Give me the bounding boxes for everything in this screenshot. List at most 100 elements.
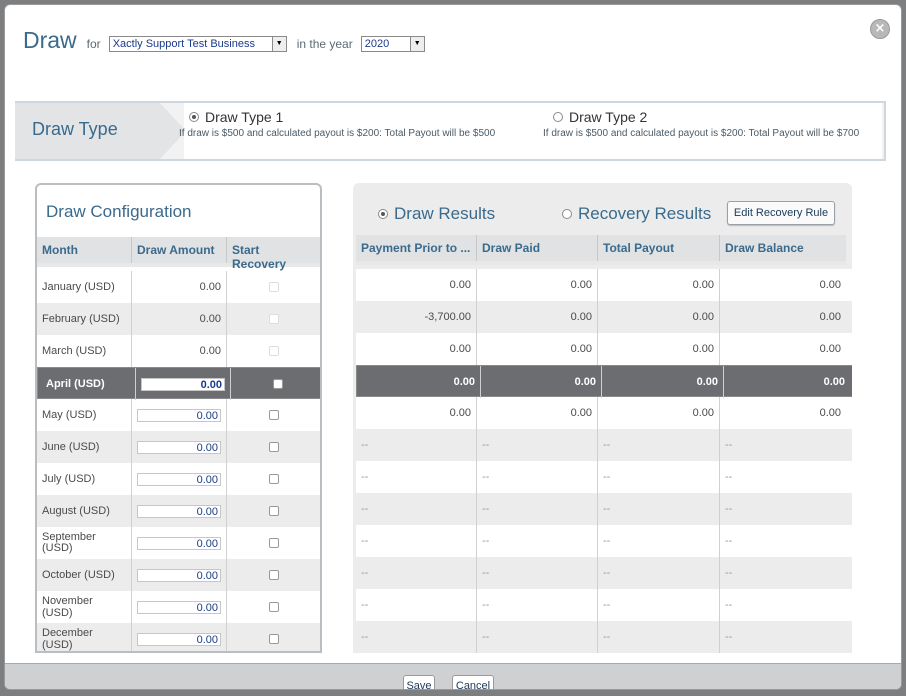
start-recovery-checkbox[interactable] — [268, 474, 279, 484]
month-cell: March (USD) — [37, 335, 132, 367]
start-recovery-cell — [227, 591, 320, 623]
table-row[interactable]: -- -- -- -- — [356, 557, 852, 589]
draw-type-1-option[interactable]: Draw Type 1 If draw is $500 and calculat… — [179, 109, 495, 139]
table-row[interactable]: June (USD) 0.00 — [37, 431, 320, 463]
draw-results-radio[interactable] — [378, 209, 388, 219]
start-recovery-checkbox[interactable] — [272, 379, 283, 389]
draw-amount-input[interactable]: 0.00 — [137, 632, 221, 646]
month-cell: November (USD) — [37, 591, 132, 623]
draw-amount-input[interactable]: 0.00 — [137, 568, 221, 582]
start-recovery-checkbox[interactable] — [268, 506, 279, 516]
result-cell: 0.00 — [819, 279, 841, 291]
draw-amount-cell: 0.00 — [132, 271, 227, 303]
draw-amount-input[interactable]: 0.00 — [137, 472, 221, 486]
table-row[interactable]: February (USD) 0.00 — [37, 303, 320, 335]
draw-type-1-desc: If draw is $500 and calculated payout is… — [179, 128, 496, 139]
table-row[interactable]: -- -- -- -- — [356, 429, 852, 461]
recovery-results-radio[interactable] — [562, 209, 572, 219]
result-cell: -- — [477, 525, 598, 557]
draw-amount-input[interactable]: 0.00 — [137, 600, 221, 614]
draw-type-1-radio[interactable] — [189, 112, 199, 122]
save-button[interactable]: Save — [403, 675, 435, 689]
draw-amount-input[interactable]: 0.00 — [141, 377, 225, 391]
table-row[interactable]: April (USD) 0.00 — [37, 367, 320, 400]
chevron-down-icon: ▼ — [409, 37, 424, 51]
table-row[interactable]: October (USD) 0.00 — [37, 559, 320, 591]
tab-recovery-results[interactable]: Recovery Results — [562, 204, 711, 224]
table-row[interactable]: -3,700.00 0.00 0.00 0.00 — [356, 301, 852, 333]
table-row[interactable]: March (USD) 0.00 — [37, 335, 320, 367]
table-row[interactable]: 0.00 0.00 0.00 0.00 — [356, 269, 852, 301]
result-cell: 0.00 — [477, 333, 598, 365]
result-cell: -- — [598, 493, 720, 525]
table-row[interactable]: September (USD) 0.00 — [37, 527, 320, 559]
draw-amount-cell: 0.00 — [132, 431, 227, 463]
table-row[interactable]: 0.00 0.00 0.00 0.00 — [356, 397, 852, 429]
result-cell: -- — [477, 621, 598, 653]
table-row[interactable]: -- -- -- -- — [356, 589, 852, 621]
table-row[interactable]: 0.00 0.00 0.00 0.00 — [356, 365, 852, 398]
start-recovery-checkbox[interactable] — [268, 602, 279, 612]
table-row[interactable]: November (USD) 0.00 — [37, 591, 320, 623]
start-recovery-cell — [231, 368, 320, 400]
result-cell: -- — [725, 599, 733, 611]
result-cell: -- — [725, 503, 733, 515]
draw-amount-cell: 0.00 — [132, 463, 227, 495]
result-cell: -- — [725, 567, 733, 579]
result-cell: -- — [725, 471, 733, 483]
cancel-button[interactable]: Cancel — [452, 675, 494, 689]
business-select[interactable]: Xactly Support Test Business ▼ — [108, 36, 287, 52]
result-cell: -- — [356, 493, 477, 525]
result-cell: 0.00 — [819, 343, 841, 355]
edit-recovery-rule-button[interactable]: Edit Recovery Rule — [727, 201, 835, 225]
table-row[interactable]: -- -- -- -- — [356, 525, 852, 557]
start-recovery-cell — [227, 335, 320, 367]
col-start-recovery: Start Recovery — [232, 243, 287, 271]
start-recovery-checkbox[interactable] — [268, 442, 279, 452]
draw-amount-cell: 0.00 — [132, 591, 227, 623]
result-cell: -- — [598, 461, 720, 493]
result-cell: -- — [598, 621, 720, 653]
page-title: Draw — [23, 26, 77, 53]
start-recovery-checkbox[interactable] — [268, 538, 279, 548]
table-row[interactable]: -- -- -- -- — [356, 461, 852, 493]
table-row[interactable]: August (USD) 0.00 — [37, 495, 320, 527]
start-recovery-checkbox — [268, 314, 279, 324]
draw-amount-input[interactable]: 0.00 — [137, 504, 221, 518]
table-row[interactable]: December (USD) 0.00 — [37, 623, 320, 651]
draw-amount-input[interactable]: 0.00 — [137, 408, 221, 422]
table-row[interactable]: -- -- -- -- — [356, 621, 852, 653]
result-cell: -- — [598, 589, 720, 621]
draw-amount-cell: 0.00 — [132, 399, 227, 431]
draw-type-2-option[interactable]: Draw Type 2 If draw is $500 and calculat… — [543, 109, 859, 139]
table-row[interactable]: -- -- -- -- — [356, 493, 852, 525]
draw-type-bar: Draw Type Draw Type 1 If draw is $500 an… — [15, 101, 886, 161]
result-cell: 0.00 — [477, 269, 598, 301]
table-row[interactable]: July (USD) 0.00 — [37, 463, 320, 495]
footer: Save Cancel — [5, 663, 901, 689]
result-cell: 0.00 — [598, 269, 720, 301]
business-value: Xactly Support Test Business — [112, 38, 255, 50]
table-row[interactable]: 0.00 0.00 0.00 0.00 — [356, 333, 852, 365]
draw-amount-input[interactable]: 0.00 — [137, 440, 221, 454]
start-recovery-checkbox[interactable] — [268, 410, 279, 420]
month-cell: December (USD) — [37, 623, 132, 651]
start-recovery-checkbox[interactable] — [268, 570, 279, 580]
start-recovery-cell — [227, 271, 320, 303]
table-row[interactable]: January (USD) 0.00 — [37, 271, 320, 303]
result-cell: 0.00 — [477, 301, 598, 333]
year-select[interactable]: 2020 ▼ — [360, 36, 425, 52]
start-recovery-cell — [227, 559, 320, 591]
month-cell: April (USD) — [41, 368, 136, 400]
draw-type-2-radio[interactable] — [553, 112, 563, 122]
table-row[interactable]: May (USD) 0.00 — [37, 399, 320, 431]
draw-type-label: Draw Type — [32, 119, 118, 139]
start-recovery-cell — [227, 527, 320, 559]
start-recovery-checkbox[interactable] — [268, 634, 279, 644]
chevron-down-icon: ▼ — [271, 37, 286, 51]
draw-amount-input[interactable]: 0.00 — [137, 536, 221, 550]
tab-draw-results[interactable]: Draw Results — [378, 204, 495, 224]
result-cell: 0.00 — [819, 407, 841, 419]
close-icon[interactable]: × — [870, 19, 890, 39]
draw-amount-cell: 0.00 — [132, 335, 227, 367]
